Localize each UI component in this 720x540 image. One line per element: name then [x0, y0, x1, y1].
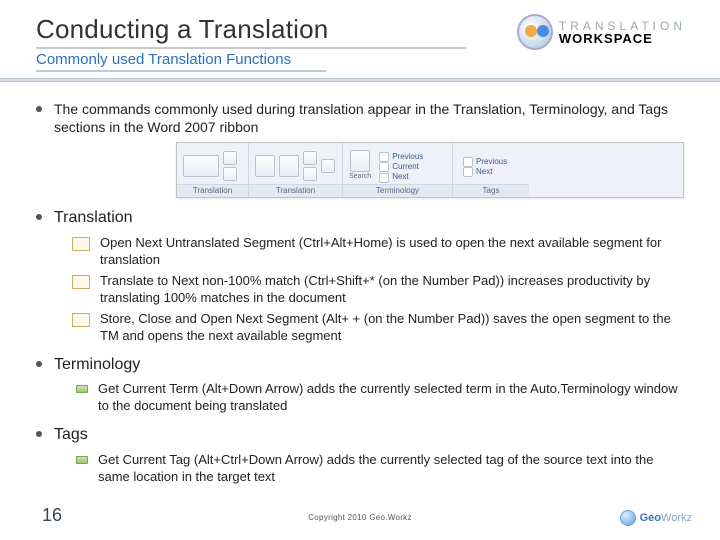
doc-icon — [72, 237, 90, 251]
ribbon-btn-icon — [255, 155, 275, 177]
ribbon-small-icon — [223, 167, 237, 181]
ribbon-link: Next — [476, 167, 492, 177]
ribbon-small-icon — [321, 159, 335, 173]
doc-icon — [72, 313, 90, 327]
bullet-dot — [36, 361, 42, 367]
section-title-translation: Translation — [54, 208, 133, 229]
ribbon-link-column: Previous Next — [459, 154, 513, 178]
ribbon-small-icon — [303, 167, 317, 181]
logo-line2: WORKSPACE — [559, 32, 686, 45]
prev-icon — [379, 152, 389, 162]
ribbon-group-label: Tags — [453, 184, 529, 197]
slide-subtitle: Commonly used Translation Functions — [36, 51, 326, 72]
ribbon-translate-icon — [183, 155, 219, 177]
page-number: 16 — [42, 505, 62, 526]
section-title-tags: Tags — [54, 425, 88, 446]
ribbon-link: Next — [392, 172, 408, 182]
product-logo: TRANSLATION WORKSPACE — [517, 14, 686, 50]
ribbon-small-icon — [223, 151, 237, 165]
next-icon — [379, 173, 389, 183]
ribbon-link: Current — [392, 162, 419, 172]
globe-icon — [620, 510, 636, 526]
bullet-dot — [36, 106, 42, 112]
list-item: Get Current Tag (Alt+Ctrl+Down Arrow) ad… — [98, 452, 684, 486]
bullet-dot — [36, 214, 42, 220]
list-item: Translate to Next non-100% match (Ctrl+S… — [100, 273, 684, 307]
ribbon-group-label: Terminology — [343, 184, 452, 197]
slide-title: Conducting a Translation — [36, 14, 466, 49]
ribbon-link: Previous — [476, 157, 507, 167]
brand-geo: Geo — [640, 512, 661, 524]
intro-text: The commands commonly used during transl… — [54, 100, 684, 136]
ribbon-link: Previous — [392, 152, 423, 162]
header-divider — [0, 78, 720, 82]
logo-line1: TRANSLATION — [559, 20, 686, 32]
ribbon-group-label: Translation — [249, 184, 342, 197]
search-icon — [350, 150, 370, 172]
list-item: Store, Close and Open Next Segment (Alt+… — [100, 311, 684, 345]
footer: 16 Copyright 2010 Geo.Workz GeoWorkz — [0, 506, 720, 530]
dash-icon — [76, 456, 88, 464]
logo-icon — [517, 14, 553, 50]
section-title-terminology: Terminology — [54, 355, 140, 376]
next-icon — [463, 167, 473, 177]
footer-brand: GeoWorkz — [620, 510, 692, 526]
ribbon-link-column: Previous Current Next — [375, 149, 429, 183]
current-icon — [379, 162, 389, 172]
ribbon-search-label: Search — [349, 172, 371, 181]
ribbon-btn-icon — [279, 155, 299, 177]
dash-icon — [76, 385, 88, 393]
prev-icon — [463, 157, 473, 167]
brand-workz: Workz — [661, 512, 692, 524]
list-item: Open Next Untranslated Segment (Ctrl+Alt… — [100, 235, 684, 269]
list-item: Get Current Term (Alt+Down Arrow) adds t… — [98, 381, 684, 415]
content-area: The commands commonly used during transl… — [36, 100, 684, 486]
ribbon-small-icon — [303, 151, 317, 165]
ribbon-illustration: Translation Translation — [176, 142, 684, 198]
ribbon-group-label: Translation — [177, 184, 248, 197]
doc-icon — [72, 275, 90, 289]
copyright: Copyright 2010 Geo.Workz — [308, 513, 412, 522]
bullet-dot — [36, 431, 42, 437]
